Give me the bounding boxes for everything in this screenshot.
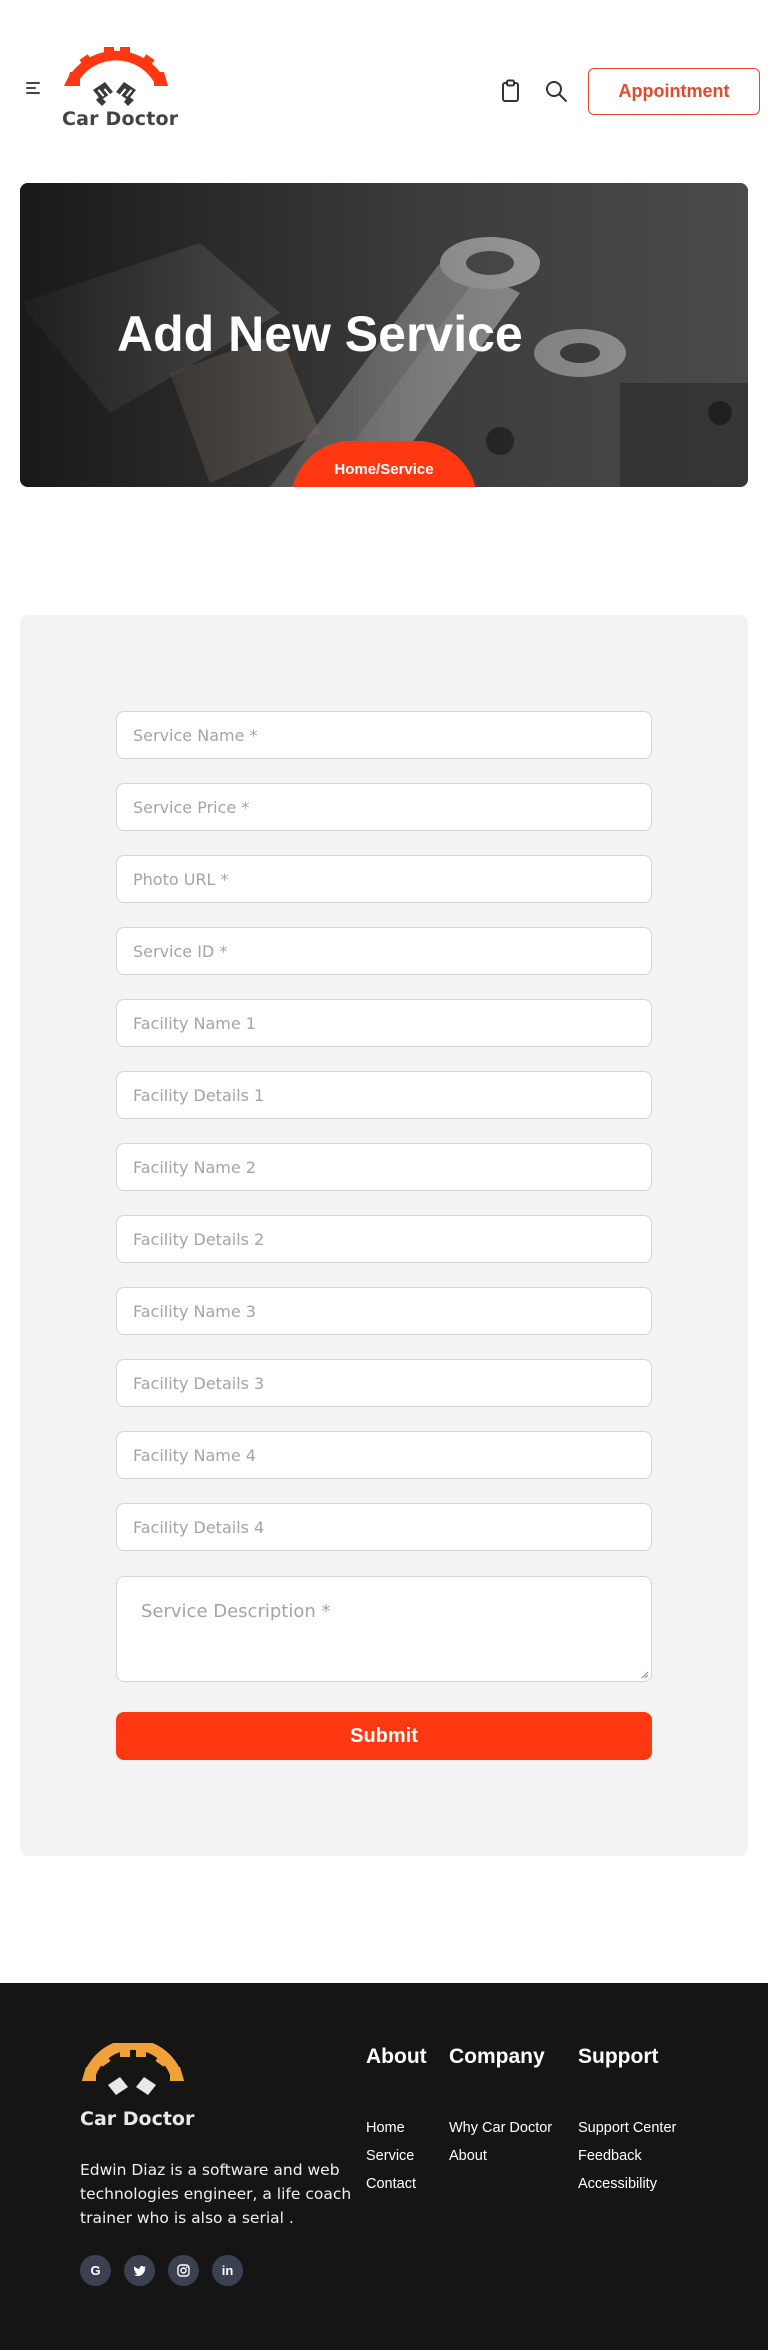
footer-link-feedback[interactable]: Feedback bbox=[578, 2148, 642, 2164]
service-name-input[interactable]: Service Name * bbox=[116, 711, 652, 759]
facility-name-2-input[interactable]: Facility Name 2 bbox=[116, 1143, 652, 1191]
footer-link-home[interactable]: Home bbox=[366, 2120, 405, 2136]
footer-link-accessibility[interactable]: Accessibility bbox=[578, 2176, 657, 2192]
footer-link-contact[interactable]: Contact bbox=[366, 2176, 416, 2192]
facility-name-4-input[interactable]: Facility Name 4 bbox=[116, 1431, 652, 1479]
service-price-input[interactable]: Service Price * bbox=[116, 783, 652, 831]
hero-banner: Add New Service Home/Service bbox=[20, 183, 748, 487]
facility-name-3-input[interactable]: Facility Name 3 bbox=[116, 1287, 652, 1335]
clipboard-icon[interactable] bbox=[498, 78, 524, 104]
footer-link-why-car-doctor[interactable]: Why Car Doctor bbox=[449, 2120, 552, 2136]
footer-col-title-support: Support bbox=[578, 2045, 659, 2068]
site-footer: Car Doctor Edwin Diaz is a software and … bbox=[0, 1983, 768, 2350]
google-icon[interactable]: G bbox=[80, 2255, 111, 2286]
footer-col-title-about: About bbox=[366, 2045, 427, 2068]
twitter-bird-icon bbox=[133, 2265, 146, 2276]
twitter-icon[interactable] bbox=[124, 2255, 155, 2286]
footer-col-title-company: Company bbox=[449, 2045, 545, 2068]
add-service-form: Service Name * Service Price * Photo URL… bbox=[20, 615, 748, 1856]
footer-link-service[interactable]: Service bbox=[366, 2148, 414, 2164]
facility-details-2-input[interactable]: Facility Details 2 bbox=[116, 1215, 652, 1263]
page-title: Add New Service bbox=[117, 306, 523, 362]
brand-name: Car Doctor bbox=[62, 108, 179, 130]
instagram-glyph-icon bbox=[177, 2264, 190, 2277]
footer-brand-name: Car Doctor bbox=[80, 2108, 195, 2130]
resize-handle-icon[interactable] bbox=[641, 1671, 649, 1679]
service-description-textarea[interactable]: Service Description * bbox=[116, 1576, 652, 1682]
photo-url-input[interactable]: Photo URL * bbox=[116, 855, 652, 903]
footer-link-support-center[interactable]: Support Center bbox=[578, 2120, 676, 2136]
facility-details-3-input[interactable]: Facility Details 3 bbox=[116, 1359, 652, 1407]
linkedin-icon[interactable]: in bbox=[212, 2255, 243, 2286]
breadcrumb-text[interactable]: Home/Service bbox=[291, 461, 477, 478]
menu-icon[interactable] bbox=[26, 82, 44, 96]
search-icon[interactable] bbox=[543, 78, 569, 104]
facility-name-1-input[interactable]: Facility Name 1 bbox=[116, 999, 652, 1047]
instagram-icon[interactable] bbox=[168, 2255, 199, 2286]
site-header: Car Doctor Appointment bbox=[0, 0, 768, 160]
facility-details-1-input[interactable]: Facility Details 1 bbox=[116, 1071, 652, 1119]
service-description-placeholder: Service Description * bbox=[141, 1601, 331, 1622]
appointment-button[interactable]: Appointment bbox=[588, 68, 760, 115]
service-id-input[interactable]: Service ID * bbox=[116, 927, 652, 975]
car-doctor-footer-logo[interactable] bbox=[78, 2043, 188, 2101]
footer-link-about[interactable]: About bbox=[449, 2148, 487, 2164]
facility-details-4-input[interactable]: Facility Details 4 bbox=[116, 1503, 652, 1551]
footer-description: Edwin Diaz is a software and web technol… bbox=[80, 2161, 352, 2227]
submit-button[interactable]: Submit bbox=[116, 1712, 652, 1760]
